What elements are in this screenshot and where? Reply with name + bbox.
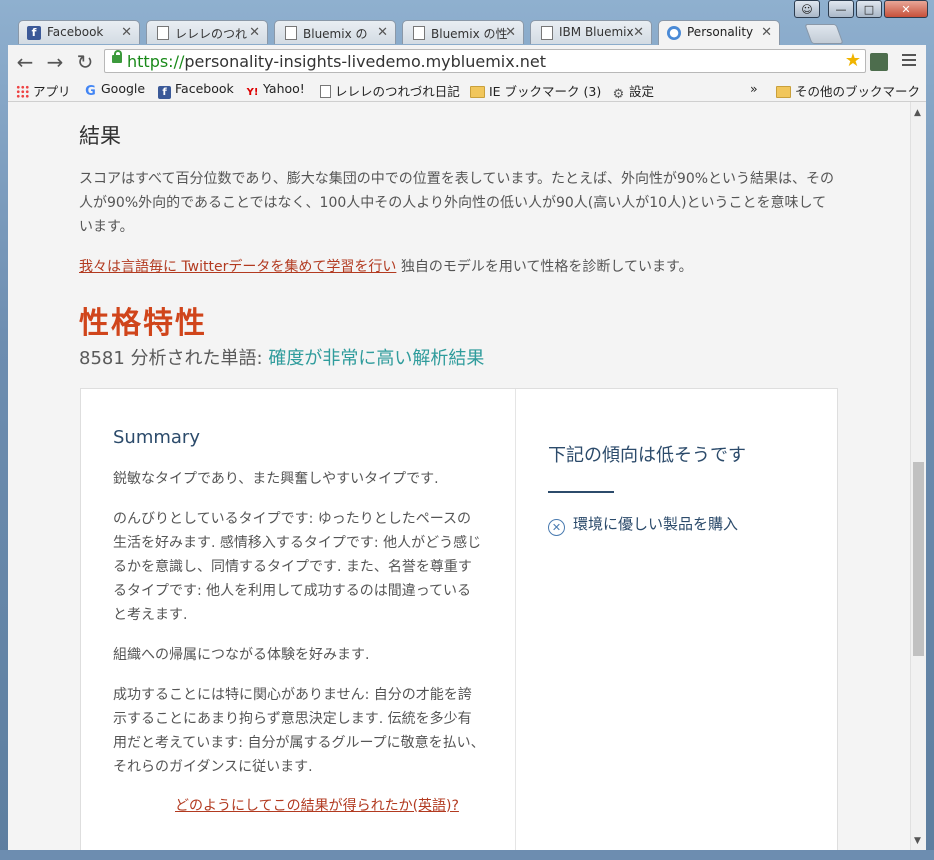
bookmark-google[interactable]: G Google [84,81,145,98]
card-divider [515,389,516,850]
tab-label: Bluemix の [303,27,368,41]
minimize-icon[interactable]: — [828,0,854,18]
tab-label: Personality [687,25,754,39]
how-results-link[interactable]: どのようにしてこの結果が得られたか(英語)? [175,795,459,815]
word-count: 8581 分析された単語: 確度が非常に高い解析結果 [79,348,485,369]
bookmark-ie-folder[interactable]: IE ブックマーク (3) [470,81,601,100]
scroll-up-icon[interactable]: ▲ [914,108,921,118]
summary-paragraph: 成功することには特に関心がありません: 自分の才能を誇示することにあまり拘らず意… [113,687,485,775]
tab-label: レレレのつれ [175,27,248,41]
document-icon [285,26,297,40]
google-icon: G [85,84,96,99]
confidence-label: 確度が非常に高い解析結果 [268,348,485,369]
result-heading: 結果 [79,124,121,148]
close-tab-icon[interactable]: ✕ [761,25,772,40]
other-bookmarks[interactable]: その他のブックマーク [776,81,920,100]
window-controls: — □ ✕ [828,0,928,20]
document-icon [541,26,553,40]
tab-personality[interactable]: ● Personality ✕ [658,20,780,45]
trait-heading: 性格特性 [79,306,207,341]
document-icon [413,26,425,40]
gear-icon: ⚙ [612,87,625,102]
bookmark-facebook[interactable]: f Facebook [158,81,234,99]
bookmark-blog[interactable]: レレレのつれづれ日記 [320,81,460,100]
window-bottom-border [0,850,934,860]
close-window-icon[interactable]: ✕ [884,0,928,18]
document-icon [320,85,331,98]
tab-label: Bluemix の性 [431,27,508,41]
twitter-data-link[interactable]: 我々は言語毎に Twitterデータを集めて学習を行い [79,259,396,275]
scroll-down-icon[interactable]: ▼ [914,836,921,846]
lock-icon [112,50,122,63]
browser-window: — □ ✕ ☺ f Facebook ✕ レレレのつれ ✕ Bluemix の … [0,0,934,860]
forward-arrow-icon[interactable]: → [44,51,66,73]
unlikely-rule [548,491,614,493]
globe-icon: ● [667,26,681,40]
extension-icon[interactable] [870,53,888,71]
tab-strip: f Facebook ✕ レレレのつれ ✕ Bluemix の ✕ Bluemi… [18,20,918,45]
unlikely-item: ✕ 環境に優しい製品を購入 [548,513,738,536]
summary-card: Summary 鋭敏なタイプであり、また興奮しやすいタイプです. のんびりとして… [80,388,838,850]
user-profile-icon[interactable]: ☺ [794,0,820,18]
apps-icon [16,85,29,98]
summary-paragraph: 鋭敏なタイプであり、また興奮しやすいタイプです. [113,471,439,487]
close-tab-icon[interactable]: ✕ [377,25,388,40]
folder-icon [470,86,485,98]
yahoo-icon: Y! [246,87,259,98]
url-text[interactable]: https://personality-insights-livedemo.my… [127,52,546,71]
summary-paragraph: のんびりとしているタイプです: ゆったりとしたペースの生活を好みます. 感情移入… [113,511,482,623]
document-icon [157,26,169,40]
reload-icon[interactable]: ↻ [74,51,96,73]
unlikely-title: 下記の傾向は低そうです [548,445,746,466]
tab-facebook[interactable]: f Facebook ✕ [18,20,140,44]
page-scrollbar[interactable]: ▲ ▼ [910,102,926,850]
bookmark-apps[interactable]: アプリ [16,81,71,100]
tab-label: IBM Bluemix [559,25,634,39]
facebook-icon: f [27,26,41,40]
close-circle-icon: ✕ [548,519,565,536]
close-tab-icon[interactable]: ✕ [633,25,644,40]
close-tab-icon[interactable]: ✕ [121,25,132,40]
page-content: 結果 スコアはすべて百分位数であり、膨大な集団の中での位置を表しています。たとえ… [8,102,910,850]
facebook-icon: f [158,86,171,99]
scroll-thumb[interactable] [913,462,924,656]
bookmarks-bar: アプリ G Google f Facebook Y! Yahoo! レレレのつれづれ日… [8,78,926,102]
tab-label: Facebook [47,25,104,39]
bookmark-yahoo[interactable]: Y! Yahoo! [246,81,305,99]
toolbar: ← → ↻ https://personality-insights-lived… [8,45,926,78]
tab-blog[interactable]: レレレのつれ ✕ [146,20,268,44]
address-bar[interactable]: https://personality-insights-livedemo.my… [104,49,866,73]
tab-ibm-bluemix[interactable]: IBM Bluemix ✕ [530,20,652,44]
summary-paragraph: 組織への帰属につながる体験を好みます. [113,647,370,663]
tab-bluemix-2[interactable]: Bluemix の性 ✕ [402,20,524,44]
maximize-icon[interactable]: □ [856,0,882,18]
model-note: 我々は言語毎に Twitterデータを集めて学習を行い 独自のモデルを用いて性格… [79,259,693,275]
bookmark-settings[interactable]: ⚙ 設定 [612,81,654,101]
folder-icon [776,86,791,98]
close-tab-icon[interactable]: ✕ [505,25,516,40]
bookmarks-overflow-icon[interactable]: » [750,81,758,96]
new-tab-button[interactable] [804,24,844,44]
menu-icon[interactable] [902,54,916,69]
summary-text: 鋭敏なタイプであり、また興奮しやすいタイプです. のんびりとしているタイプです:… [113,467,485,795]
summary-title: Summary [113,427,200,448]
close-tab-icon[interactable]: ✕ [249,25,260,40]
tab-bluemix-1[interactable]: Bluemix の ✕ [274,20,396,44]
bookmark-star-icon[interactable]: ★ [845,50,861,72]
score-description: スコアはすべて百分位数であり、膨大な集団の中での位置を表しています。たとえば、外… [79,171,835,235]
back-arrow-icon[interactable]: ← [14,51,36,73]
